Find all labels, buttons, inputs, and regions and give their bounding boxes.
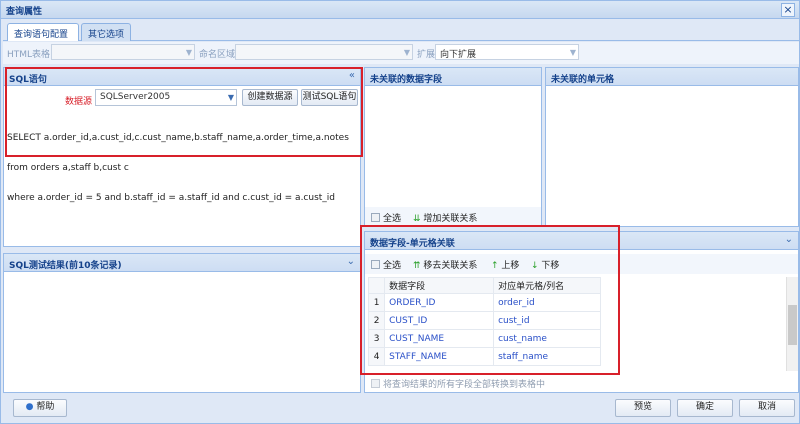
double-chevron-down-icon: ⇊ — [413, 214, 421, 224]
html-table-label: HTML表格 — [7, 50, 51, 60]
unlinked-fields-panel: 未关联的数据字段 全选 ⇊ 增加关联关系 — [364, 67, 542, 227]
unlinked-cells-header: 未关联的单元格 — [546, 68, 798, 86]
convert-all-option[interactable]: 将查询结果的所有字段全部转换到表格中 — [371, 377, 545, 390]
window-titlebar: 查询属性 × — [1, 1, 799, 19]
tab-bar: 查询语句配置 其它选项 — [3, 21, 799, 41]
test-result-header: SQL测试结果(前10条记录) ⌄ — [4, 254, 360, 272]
add-link-button[interactable]: ⇊ 增加关联关系 — [413, 211, 477, 224]
sql-highlight-box — [5, 67, 363, 157]
dialog-footer: ● 帮助 预览 确定 取消 — [3, 395, 799, 423]
unlinked-fields-toolbar: 全选 ⇊ 增加关联关系 — [365, 207, 541, 227]
expand-select[interactable]: 向下扩展 ▼ — [435, 44, 579, 60]
name-area-select[interactable]: ▼ — [235, 44, 413, 60]
query-properties-window: 查询属性 × 查询语句配置 其它选项 HTML表格 ▼ 命名区域 ▼ 扩展 向下… — [0, 0, 800, 424]
filter-bar: HTML表格 ▼ 命名区域 ▼ 扩展 向下扩展 ▼ — [3, 42, 799, 64]
test-result-title: SQL测试结果(前10条记录) — [9, 261, 122, 271]
expand-select-value: 向下扩展 — [440, 50, 477, 60]
mapping-highlight-box — [360, 225, 620, 375]
unlinked-cells-title: 未关联的单元格 — [551, 75, 615, 85]
ok-button[interactable]: 确定 — [677, 399, 733, 417]
unlinked-cells-panel: 未关联的单元格 — [545, 67, 799, 227]
chevron-down-icon: ▼ — [569, 48, 576, 57]
chevron-down-icon: ▼ — [403, 48, 410, 57]
collapse-down-icon[interactable]: ⌄ — [347, 256, 355, 267]
help-button[interactable]: ● 帮助 — [13, 399, 67, 417]
collapse-down-icon[interactable]: ⌄ — [785, 234, 793, 245]
unlinked-fields-header: 未关联的数据字段 — [365, 68, 541, 86]
sql-line: where a.order_id = 5 and b.staff_id = a.… — [7, 193, 336, 203]
mapping-scrollbar[interactable] — [786, 277, 798, 371]
chevron-down-icon: ▼ — [185, 48, 192, 57]
tab-other-options[interactable]: 其它选项 — [81, 23, 131, 41]
preview-button[interactable]: 预览 — [615, 399, 671, 417]
name-area-label: 命名区域 — [199, 50, 236, 60]
sql-test-result-panel: SQL测试结果(前10条记录) ⌄ — [3, 253, 361, 393]
tab-query-config[interactable]: 查询语句配置 — [7, 23, 79, 41]
expand-label: 扩展 — [417, 50, 436, 60]
html-table-select[interactable]: ▼ — [51, 44, 195, 60]
unlinked-fields-title: 未关联的数据字段 — [370, 75, 443, 85]
cancel-button[interactable]: 取消 — [739, 399, 795, 417]
help-icon: ● — [25, 402, 34, 412]
scrollbar-thumb[interactable] — [788, 305, 797, 345]
select-all-icon — [371, 213, 380, 222]
select-all-button[interactable]: 全选 — [371, 211, 401, 224]
window-title: 查询属性 — [6, 7, 43, 17]
close-icon[interactable]: × — [781, 3, 795, 17]
sql-line: from orders a,staff b,cust c — [7, 163, 129, 173]
checkbox-icon — [371, 379, 380, 388]
